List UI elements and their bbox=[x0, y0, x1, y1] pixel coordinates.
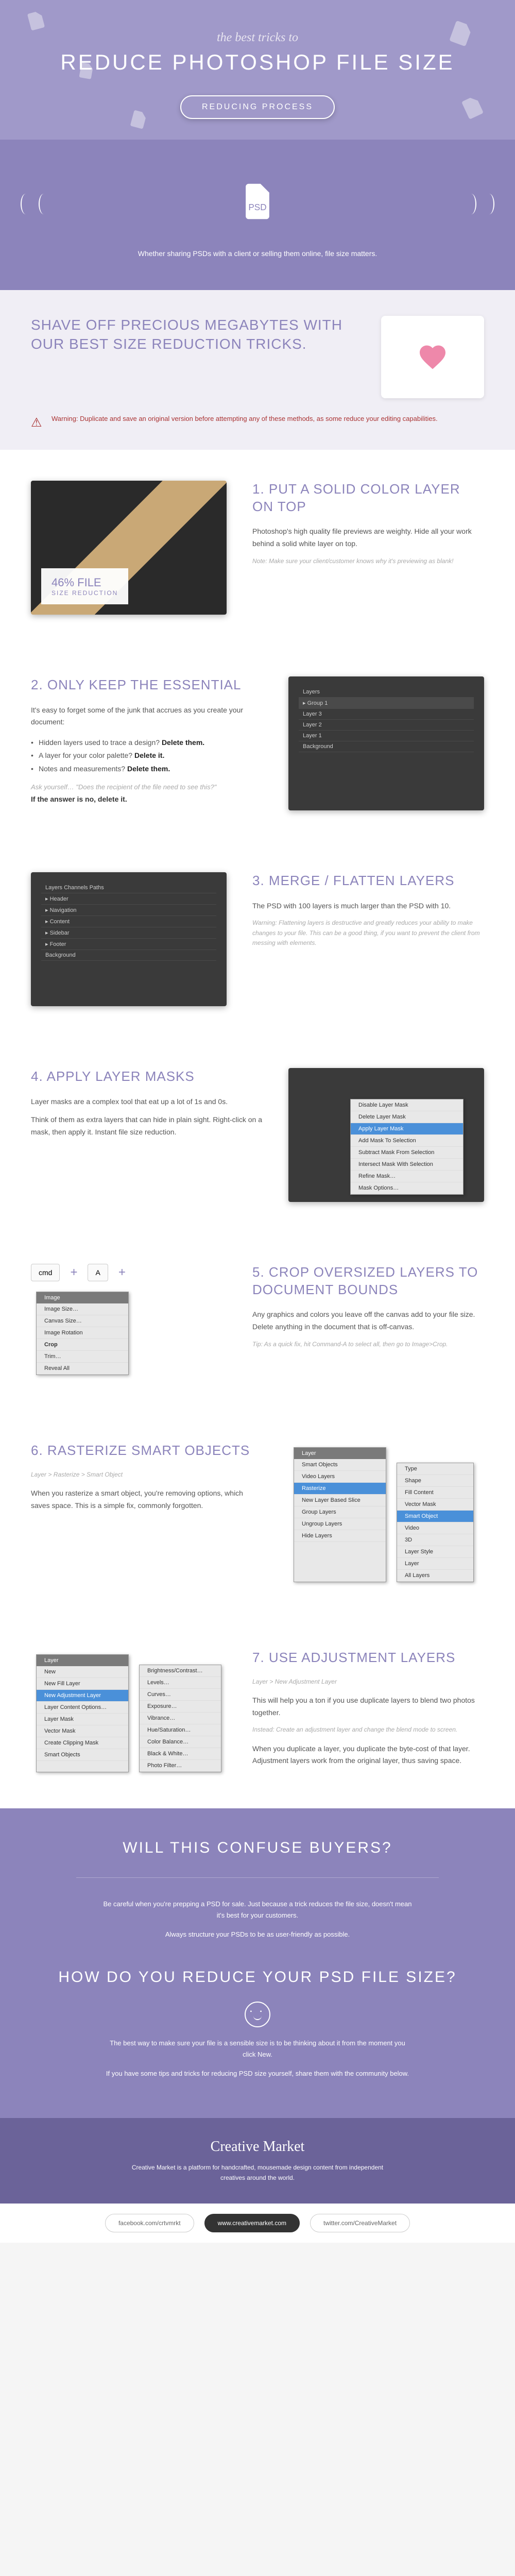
facebook-link[interactable]: facebook.com/crtvmrkt bbox=[105, 2214, 194, 2232]
tip-1: 46% FILE SIZE REDUCTION 1. PUT A SOLID C… bbox=[0, 450, 515, 646]
tip-3-desc: The PSD with 100 layers is much larger t… bbox=[252, 900, 484, 912]
tip-6-sub: Layer > Rasterize > Smart Object bbox=[31, 1470, 263, 1480]
confuse-p3: The best way to make sure your file is a… bbox=[103, 2038, 412, 2060]
tip-7-desc2: When you duplicate a layer, you duplicat… bbox=[252, 1743, 484, 1768]
twitter-link[interactable]: twitter.com/CreativeMarket bbox=[310, 2214, 410, 2232]
tip-7-note: Instead: Create an adjustment layer and … bbox=[252, 1725, 484, 1735]
new-adjustment-layer-item[interactable]: New Adjustment Layer bbox=[37, 1690, 128, 1702]
tip-4-desc2: Think of them as extra layers that can h… bbox=[31, 1114, 263, 1139]
smart-object-submenu[interactable]: Smart Object bbox=[397, 1511, 473, 1522]
confuse-title-1: WILL THIS CONFUSE BUYERS? bbox=[31, 1839, 484, 1857]
tip-7-title: 7. USE ADJUSTMENT LAYERS bbox=[252, 1649, 484, 1667]
tip-5-desc: Any graphics and colors you leave off th… bbox=[252, 1309, 484, 1333]
intro-title: SHAVE OFF PRECIOUS MEGABYTES WITH OUR BE… bbox=[31, 316, 366, 353]
tip-2: Layers ▸ Group 1 Layer 3 Layer 2 Layer 1… bbox=[0, 646, 515, 841]
hero-section: the best tricks to REDUCE PHOTOSHOP FILE… bbox=[0, 0, 515, 140]
tip-2-title: 2. ONLY KEEP THE ESSENTIAL bbox=[31, 676, 263, 694]
tip-1-note: Note: Make sure your client/customer kno… bbox=[252, 556, 484, 566]
tip-3-screenshot: Layers Channels Paths ▸ Header▸ Navigati… bbox=[31, 872, 227, 1006]
tip-2-list: Hidden layers used to trace a design? De… bbox=[31, 736, 263, 775]
heart-card-icon bbox=[381, 316, 484, 398]
tip-7-sub: Layer > New Adjustment Layer bbox=[252, 1677, 484, 1687]
tip-1-title: 1. PUT A SOLID COLOR LAYER ON TOP bbox=[252, 481, 484, 516]
reducing-process-button[interactable]: REDUCING PROCESS bbox=[180, 95, 335, 119]
confuse-title-2: HOW DO YOU REDUCE YOUR PSD FILE SIZE? bbox=[31, 1969, 484, 1986]
tip-4-desc: Layer masks are a complex tool that eat … bbox=[31, 1096, 263, 1108]
tip-7-desc: This will help you a ton if you use dupl… bbox=[252, 1694, 484, 1719]
hero-subtitle: Whether sharing PSDs with a client or se… bbox=[21, 248, 494, 259]
confuse-p4: If you have some tips and tricks for red… bbox=[103, 2068, 412, 2079]
reduction-badge: 46% FILE SIZE REDUCTION bbox=[41, 568, 128, 604]
tip-4-title: 4. APPLY LAYER MASKS bbox=[31, 1068, 263, 1086]
confuse-p2: Always structure your PSDs to be as user… bbox=[103, 1929, 412, 1940]
tip-1-desc: Photoshop's high quality file previews a… bbox=[252, 526, 484, 550]
social-bar: facebook.com/crtvmrkt www.creativemarket… bbox=[0, 2204, 515, 2243]
tip-5: cmd + A + Image Image Size… Canvas Size…… bbox=[0, 1233, 515, 1411]
smiley-icon bbox=[245, 2002, 270, 2027]
tip-2-ask: Ask yourself… "Does the recipient of the… bbox=[31, 783, 263, 791]
hero-script-text: the best tricks to bbox=[21, 31, 494, 45]
tip-2-desc: It's easy to forget some of the junk tha… bbox=[31, 704, 263, 729]
a-key: A bbox=[88, 1264, 108, 1281]
apply-layer-mask-item[interactable]: Apply Layer Mask bbox=[351, 1123, 463, 1135]
tip-4-screenshot: Disable Layer Mask Delete Layer Mask App… bbox=[288, 1068, 484, 1202]
confuse-section: WILL THIS CONFUSE BUYERS? Be careful whe… bbox=[0, 1808, 515, 2119]
tip-7: Layer New New Fill Layer New Adjustment … bbox=[0, 1618, 515, 1808]
footer-section: Creative Market Creative Market is a pla… bbox=[0, 2118, 515, 2203]
tip-5-note: Tip: As a quick fix, hit Command-A to se… bbox=[252, 1340, 484, 1349]
tip-6: Layer Smart Objects Video Layers Rasteri… bbox=[0, 1411, 515, 1618]
tip-6-desc: When you rasterize a smart object, you'r… bbox=[31, 1487, 263, 1512]
hero-mid-section: PSD Whether sharing PSDs with a client o… bbox=[0, 140, 515, 290]
keyboard-shortcut: cmd + A + bbox=[31, 1264, 227, 1281]
tip-3: Layers Channels Paths ▸ Header▸ Navigati… bbox=[0, 841, 515, 1037]
rasterize-menu-item[interactable]: Rasterize bbox=[294, 1483, 386, 1495]
tip-3-note: Warning: Flattening layers is destructiv… bbox=[252, 918, 484, 948]
website-link[interactable]: www.creativemarket.com bbox=[204, 2214, 300, 2232]
footer-desc: Creative Market is a platform for handcr… bbox=[129, 2163, 386, 2182]
tip-2-screenshot: Layers ▸ Group 1 Layer 3 Layer 2 Layer 1… bbox=[288, 676, 484, 810]
plus-icon: + bbox=[70, 1265, 77, 1280]
warning-text: Warning: Duplicate and save an original … bbox=[31, 414, 484, 424]
tip-1-screenshot: 46% FILE SIZE REDUCTION bbox=[31, 481, 227, 615]
sound-waves-icon: PSD bbox=[21, 171, 494, 238]
svg-text:PSD: PSD bbox=[248, 202, 266, 212]
tip-5-title: 5. CROP OVERSIZED LAYERS TO DOCUMENT BOU… bbox=[252, 1264, 484, 1299]
tip-2-answer: If the answer is no, delete it. bbox=[31, 795, 263, 803]
plus-icon: + bbox=[118, 1265, 126, 1280]
cmd-key: cmd bbox=[31, 1264, 60, 1281]
confuse-p1: Be careful when you're prepping a PSD fo… bbox=[103, 1899, 412, 1921]
tip-6-title: 6. RASTERIZE SMART OBJECTS bbox=[31, 1442, 263, 1460]
crop-menu-item[interactable]: Crop bbox=[37, 1339, 128, 1351]
footer-logo: Creative Market bbox=[21, 2139, 494, 2155]
tip-4: Disable Layer Mask Delete Layer Mask App… bbox=[0, 1037, 515, 1233]
intro-section: SHAVE OFF PRECIOUS MEGABYTES WITH OUR BE… bbox=[0, 290, 515, 450]
tip-3-title: 3. MERGE / FLATTEN LAYERS bbox=[252, 872, 484, 890]
